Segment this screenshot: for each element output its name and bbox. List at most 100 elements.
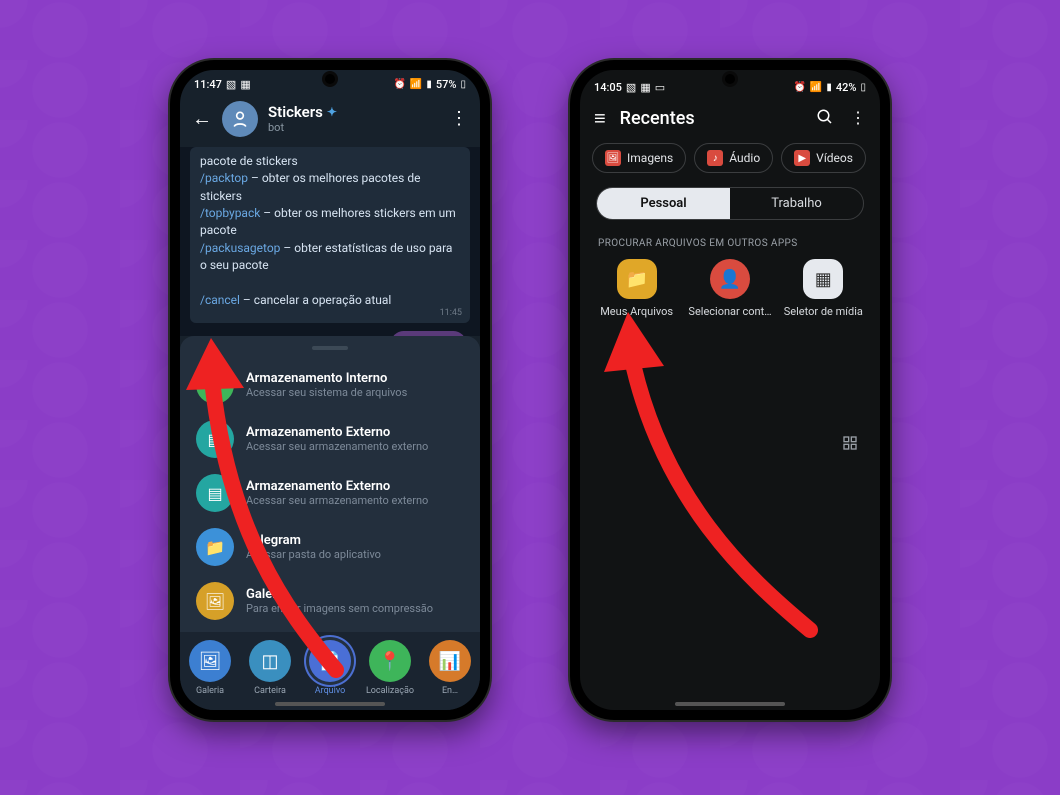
more-icon[interactable]: ⋮ [450,108,468,129]
battery-text: 57% [436,78,457,91]
command-link[interactable]: /cancel [200,293,240,307]
incoming-message: pacote de stickers /packtop – obter os m… [190,147,470,324]
bot-avatar[interactable] [222,101,258,137]
notif-icon: ▧ [226,78,236,91]
storage-option[interactable]: ▤Armazenamento ExternoAcessar seu armaze… [190,466,470,520]
chat-subtitle: bot [268,121,337,134]
my-files-app[interactable]: 📁 Meus Arquivos [592,259,682,318]
list-icon: ≣ [196,366,234,404]
tab-label: Arquivo [315,686,346,696]
poll-tab[interactable]: 📊En… [421,640,479,696]
file-tab[interactable]: 📄 Arquivo [301,640,359,696]
other-apps-row: 📁 Meus Arquivos 👤Selecionar cont… ▦ Seletor … [580,259,880,318]
page-title: Recentes [620,108,695,129]
more-icon[interactable]: ⋮ [850,108,866,130]
notif-icon-2: ▦ [240,78,250,91]
notif-icon-3: ▭ [655,81,665,94]
filter-chip[interactable]: ♪Áudio [694,143,773,173]
storage-option[interactable]: 📁 TelegramAcessar pasta do aplicativo [190,520,470,574]
command-link[interactable]: /topbypack [200,206,260,220]
tab-label: Localização [366,686,414,696]
alarm-icon: ⏰ [793,82,805,93]
gesture-bar [675,702,785,706]
status-time: 14:05 [594,81,622,94]
filter-chip[interactable]: ▶ Vídeos [781,143,866,173]
sd-icon: ▤ [196,420,234,458]
battery-icon: ▯ [860,82,866,93]
search-icon[interactable] [816,108,834,130]
image-icon: 🖼 [196,582,234,620]
sheet-handle[interactable] [312,346,348,350]
camera-hole [325,74,335,84]
chat-title[interactable]: Stickers [268,103,323,121]
media-selector-app[interactable]: ▦ Seletor de mídia [778,259,868,318]
notif-icon-2: ▦ [640,81,650,94]
wallet-tab[interactable]: ◫Carteira [241,640,299,696]
storage-title: Galeria [246,587,433,602]
pin-icon: 📍 [369,640,411,682]
image-icon: 🖼 [189,640,231,682]
select-account-app[interactable]: 👤Selecionar cont… [685,259,775,318]
gallery-tab[interactable]: 🖼 Galeria [181,640,239,696]
segment-work[interactable]: Trabalho [730,188,863,219]
storage-subtitle: Acessar seu armazenamento externo [246,494,428,507]
storage-title: Telegram [246,533,381,548]
filter-chip-row: 🖼 Imagens ♪Áudio ▶ Vídeos [580,141,880,183]
command-link[interactable]: /packtop [200,171,248,185]
app-label: Meus Arquivos [600,305,673,318]
storage-subtitle: Acessar seu armazenamento externo [246,440,428,453]
chip-label: Imagens [627,151,673,165]
profile-segmented: Pessoal Trabalho [596,187,864,220]
media-icon: ▦ [803,259,843,299]
signal-icon: ▮ [426,79,432,90]
command-link[interactable]: /packusagetop [200,241,280,255]
segment-personal[interactable]: Pessoal [597,188,730,219]
tab-label: Galeria [196,686,224,696]
wifi-icon: 📶 [410,79,422,90]
video-icon: ▶ [794,150,810,166]
alarm-icon: ⏰ [393,79,405,90]
person-icon: 👤 [710,259,750,299]
chat-header: ← Stickers ✦ bot ⋮ [180,95,480,147]
location-tab[interactable]: 📍 Localização [361,640,419,696]
battery-text: 42% [836,81,857,94]
battery-icon: ▯ [460,79,466,90]
phone-frame-1: 11:47 ▧ ▦ ⏰ 📶 ▮ 57% ▯ ← [170,60,490,720]
storage-subtitle: Acessar pasta do aplicativo [246,548,381,561]
back-icon[interactable]: ← [192,106,212,131]
audio-icon: ♪ [707,150,723,166]
phone-frame-2: 14:05 ▧ ▦ ▭ ⏰ 📶 ▮ 42% ▯ ≡ Recentes [570,60,890,720]
msg-time: 11:45 [440,307,462,320]
hamburger-icon[interactable]: ≡ [594,106,606,131]
storage-subtitle: Acessar seu sistema de arquivos [246,386,407,399]
storage-title: Armazenamento Interno [246,371,407,386]
chart-icon: 📊 [429,640,471,682]
gesture-bar [275,702,385,706]
filter-chip[interactable]: 🖼 Imagens [592,143,686,173]
file-icon: 📄 [309,640,351,682]
storage-option[interactable]: ≣ Armazenamento InternoAcessar seu sistem… [190,358,470,412]
tab-label: Carteira [254,686,286,696]
attach-tabbar: 🖼 Galeria ◫Carteira📄 Arquivo 📍 Localização 📊En… [180,632,480,710]
wifi-icon: 📶 [810,82,822,93]
telegram-screen: 11:47 ▧ ▦ ⏰ 📶 ▮ 57% ▯ ← [180,70,480,710]
picker-header: ≡ Recentes ⋮ [580,100,880,141]
folder-icon: 📁 [617,259,657,299]
app-label: Seletor de mídia [784,305,863,318]
storage-option[interactable]: 🖼 GaleriaPara enviar imagens sem compress… [190,574,470,632]
storage-title: Armazenamento Externo [246,479,428,494]
folder-icon: 📁 [196,528,234,566]
storage-title: Armazenamento Externo [246,425,428,440]
notif-icon: ▧ [626,81,636,94]
image-icon: 🖼 [605,150,621,166]
file-picker-screen: 14:05 ▧ ▦ ▭ ⏰ 📶 ▮ 42% ▯ ≡ Recentes [580,70,880,710]
file-attach-sheet: ≣ Armazenamento InternoAcessar seu sistem… [180,336,480,632]
status-time: 11:47 [194,78,222,91]
storage-subtitle: Para enviar imagens sem compressão [246,602,433,615]
outgoing-message: /newpack [391,331,466,336]
chat-area: pacote de stickers /packtop – obter os m… [180,147,480,336]
storage-option[interactable]: ▤ Armazenamento ExternoAcessar seu armaze… [190,412,470,466]
grid-view-icon[interactable] [842,435,858,455]
chip-label: Vídeos [816,151,853,165]
verified-icon: ✦ [327,105,337,119]
